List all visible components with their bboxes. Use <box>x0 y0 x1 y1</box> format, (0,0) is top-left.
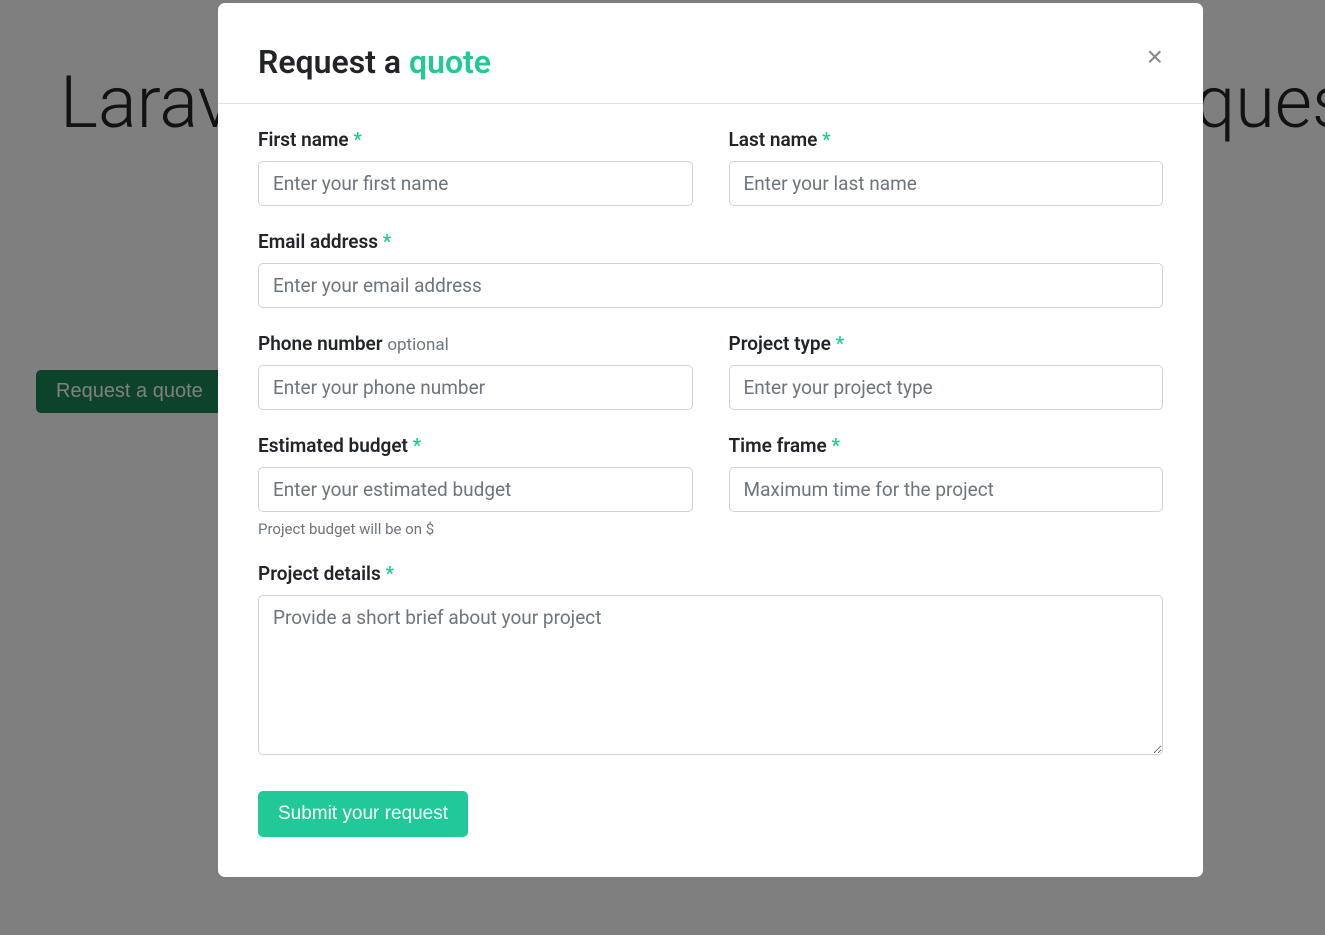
time-frame-group: Time frame * <box>729 434 1164 538</box>
submit-button[interactable]: Submit your request <box>258 791 468 837</box>
modal-title-prefix: Request a <box>258 43 409 81</box>
phone-group: Phone number optional <box>258 332 693 410</box>
required-mark: * <box>822 128 831 151</box>
modal-title-accent: quote <box>409 43 491 81</box>
phone-label: Phone number optional <box>258 332 693 355</box>
details-label: Project details * <box>258 562 1163 585</box>
required-mark: * <box>383 230 392 253</box>
last-name-label: Last name * <box>729 128 1164 151</box>
budget-help-text: Project budget will be on $ <box>258 520 693 538</box>
modal-body: First name * Last name * Email address * <box>218 104 1203 877</box>
email-input[interactable] <box>258 263 1163 308</box>
required-mark: * <box>832 434 841 457</box>
time-frame-label: Time frame * <box>729 434 1164 457</box>
modal-header: Request a quote × <box>218 3 1203 104</box>
required-mark: * <box>353 128 362 151</box>
last-name-input[interactable] <box>729 161 1164 206</box>
optional-mark: optional <box>387 335 448 355</box>
details-textarea[interactable] <box>258 595 1163 755</box>
budget-label: Estimated budget * <box>258 434 693 457</box>
first-name-group: First name * <box>258 128 693 206</box>
details-group: Project details * <box>258 562 1163 755</box>
last-name-group: Last name * <box>729 128 1164 206</box>
time-frame-input[interactable] <box>729 467 1164 512</box>
first-name-label: First name * <box>258 128 693 151</box>
email-group: Email address * <box>258 230 1163 308</box>
required-mark: * <box>413 434 422 457</box>
required-mark: * <box>836 332 845 355</box>
project-type-group: Project type * <box>729 332 1164 410</box>
email-label: Email address * <box>258 230 1163 253</box>
modal-title: Request a quote <box>258 43 491 81</box>
project-type-input[interactable] <box>729 365 1164 410</box>
first-name-input[interactable] <box>258 161 693 206</box>
project-type-label: Project type * <box>729 332 1164 355</box>
close-icon[interactable]: × <box>1147 43 1163 71</box>
budget-group: Estimated budget * Project budget will b… <box>258 434 693 538</box>
required-mark: * <box>386 562 395 585</box>
phone-input[interactable] <box>258 365 693 410</box>
request-quote-modal: Request a quote × First name * Last name… <box>218 3 1203 877</box>
budget-input[interactable] <box>258 467 693 512</box>
